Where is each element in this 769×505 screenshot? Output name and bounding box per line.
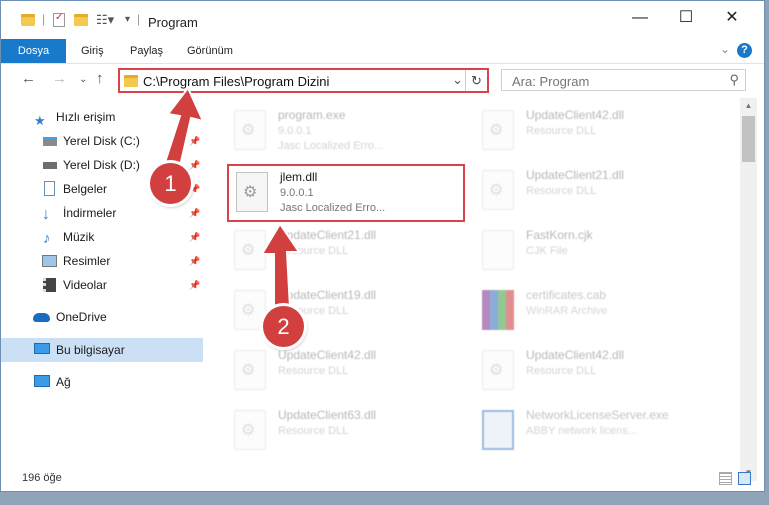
arrow-to-file [260, 222, 301, 312]
callout-step-2: 2 [263, 306, 304, 347]
callout-step-1: 1 [150, 163, 191, 204]
annotation-arrows [158, 86, 301, 312]
